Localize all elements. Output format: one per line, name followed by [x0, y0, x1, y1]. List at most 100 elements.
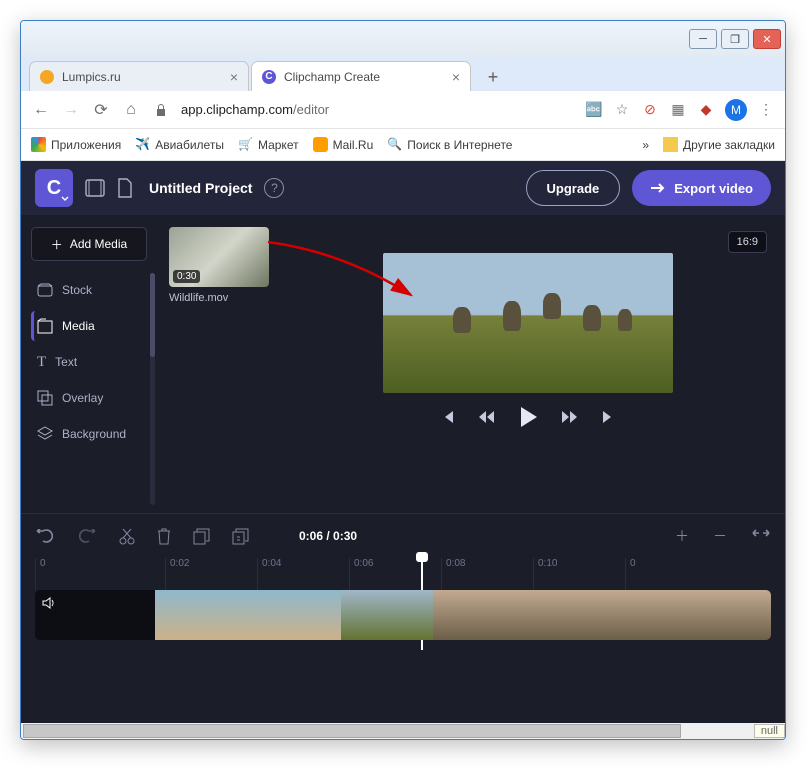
sid-label: Overlay	[62, 391, 103, 405]
export-label: Export video	[674, 181, 753, 196]
adblock-ext-icon[interactable]: ⊘	[641, 101, 659, 119]
bookmarks-overflow[interactable]: »	[642, 138, 649, 152]
media-clip[interactable]: 0:30 Wildlife.mov	[169, 227, 269, 501]
chevron-down-icon	[61, 195, 69, 203]
bm-label: Поиск в Интернете	[407, 138, 512, 152]
other-bookmarks[interactable]: Другие закладки	[663, 137, 775, 152]
split-icon[interactable]	[119, 527, 135, 545]
help-icon[interactable]: ?	[264, 178, 284, 198]
redo-icon[interactable]	[77, 529, 97, 543]
skip-end-icon[interactable]	[601, 409, 617, 425]
window-titlebar: ─ ❐ ✕	[21, 21, 785, 57]
window-horizontal-scrollbar[interactable]: null	[21, 723, 785, 739]
file-icon[interactable]	[117, 178, 133, 198]
plus-icon: ＋	[51, 236, 63, 253]
plane-icon: ✈️	[135, 137, 150, 152]
translate-icon[interactable]: 🔤	[585, 101, 603, 119]
text-icon: T	[37, 354, 46, 371]
bookmark-mailru[interactable]: Mail.Ru	[313, 137, 374, 152]
kebab-menu-icon[interactable]: ⋮	[757, 101, 775, 119]
sidebar-item-overlay[interactable]: Overlay	[31, 383, 147, 413]
scroll-thumb[interactable]	[23, 724, 681, 738]
pdf-ext-icon[interactable]: ◆	[697, 101, 715, 119]
url-bar: ← → ⟳ ⌂ app.clipchamp.com/editor 🔤 ☆ ⊘ ▦…	[21, 91, 785, 129]
add-media-button[interactable]: ＋ Add Media	[31, 227, 147, 261]
bm-label: Другие закладки	[683, 138, 775, 152]
bookmark-market[interactable]: 🛒Маркет	[238, 137, 299, 152]
video-track[interactable]	[35, 590, 771, 640]
timeline-toolbar: 0:06 / 0:30 ＋ －	[21, 514, 785, 558]
sidebar-item-stock[interactable]: Stock	[31, 275, 147, 305]
sid-label: Stock	[62, 283, 92, 297]
forward-icon[interactable]: →	[61, 100, 81, 120]
bookmark-search[interactable]: 🔍Поиск в Интернете	[387, 137, 512, 152]
url-text[interactable]: app.clipchamp.com/editor	[181, 102, 575, 117]
bm-label: Приложения	[51, 138, 121, 152]
track-clip[interactable]	[433, 590, 771, 640]
url-path: /editor	[293, 102, 329, 117]
extension-icon[interactable]: ▦	[669, 101, 687, 119]
sid-label: Text	[55, 355, 77, 369]
app-logo[interactable]: C	[35, 169, 73, 207]
star-icon[interactable]: ☆	[613, 101, 631, 119]
volume-icon[interactable]	[41, 596, 56, 610]
maximize-button[interactable]: ❐	[721, 29, 749, 49]
clip-thumbnail[interactable]: 0:30	[169, 227, 269, 287]
clip-filename: Wildlife.mov	[169, 292, 269, 304]
media-library: 0:30 Wildlife.mov 16:9	[157, 215, 785, 513]
apps-icon	[31, 137, 46, 152]
tab-lumpics[interactable]: Lumpics.ru ×	[29, 61, 249, 91]
paste-icon[interactable]	[232, 528, 249, 545]
zoom-out-icon[interactable]: －	[713, 526, 727, 546]
zoom-in-icon[interactable]: ＋	[675, 526, 689, 546]
home-icon[interactable]: ⌂	[121, 100, 141, 120]
track-clip[interactable]	[35, 590, 155, 640]
project-title[interactable]: Untitled Project	[149, 180, 252, 196]
close-tab-icon[interactable]: ×	[452, 69, 460, 85]
skip-start-icon[interactable]	[439, 409, 455, 425]
preview-canvas[interactable]	[383, 253, 673, 393]
bookmark-flights[interactable]: ✈️Авиабилеты	[135, 137, 224, 152]
close-tab-icon[interactable]: ×	[230, 69, 238, 85]
sidebar-item-background[interactable]: Background	[31, 419, 147, 449]
add-media-label: Add Media	[70, 237, 127, 251]
sidebar-scrollbar[interactable]	[150, 273, 155, 505]
apps-shortcut[interactable]: Приложения	[31, 137, 121, 152]
url-host: app.clipchamp.com	[181, 102, 293, 117]
aspect-ratio-selector[interactable]: 16:9	[728, 231, 767, 253]
bm-label: Mail.Ru	[333, 138, 374, 152]
ruler-tick: 0	[625, 558, 717, 590]
playback-controls	[439, 405, 617, 429]
rewind-icon[interactable]	[477, 410, 495, 424]
fit-timeline-icon[interactable]	[751, 526, 771, 546]
ruler-tick: 0:06	[349, 558, 441, 590]
minimize-button[interactable]: ─	[689, 29, 717, 49]
film-icon[interactable]	[85, 179, 105, 197]
sidebar-item-media[interactable]: Media	[31, 311, 147, 341]
timeline-ruler[interactable]: 0 0:02 0:04 0:06 0:08 0:10 0	[21, 558, 785, 590]
tab-clipchamp[interactable]: C Clipchamp Create ×	[251, 61, 471, 91]
sid-label: Background	[62, 427, 126, 441]
browser-window: ─ ❐ ✕ Lumpics.ru × C Clipchamp Create × …	[20, 20, 786, 740]
reload-icon[interactable]: ⟳	[91, 100, 111, 120]
upgrade-button[interactable]: Upgrade	[526, 170, 621, 206]
sidebar-scroll-thumb[interactable]	[150, 273, 155, 357]
copy-icon[interactable]	[193, 528, 210, 545]
favicon-clipchamp: C	[262, 70, 276, 84]
new-tab-button[interactable]: +	[479, 63, 507, 91]
account-avatar[interactable]: M	[725, 99, 747, 121]
export-button[interactable]: Export video	[632, 170, 771, 206]
delete-icon[interactable]	[157, 527, 171, 545]
fastforward-icon[interactable]	[561, 410, 579, 424]
timeline-tracks	[21, 590, 785, 640]
back-icon[interactable]: ←	[31, 100, 51, 120]
tab-title: Clipchamp Create	[284, 70, 380, 84]
null-badge: null	[754, 724, 785, 738]
track-clip[interactable]	[341, 590, 433, 640]
track-clip[interactable]	[155, 590, 341, 640]
play-button[interactable]	[517, 405, 539, 429]
undo-icon[interactable]	[35, 529, 55, 543]
ruler-tick: 0:02	[165, 558, 257, 590]
sidebar-item-text[interactable]: T Text	[31, 347, 147, 377]
close-window-button[interactable]: ✕	[753, 29, 781, 49]
